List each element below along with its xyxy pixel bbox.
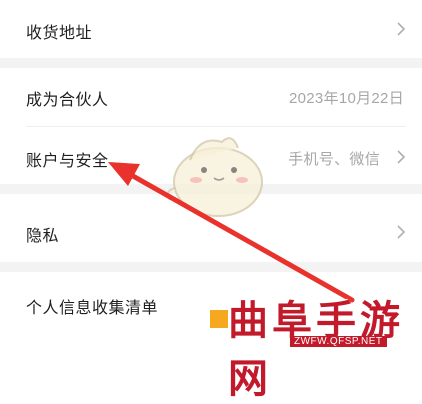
watermark-url: ZWFW.QFSP.NET: [290, 336, 387, 347]
watermark-accent: [210, 310, 228, 328]
site-watermark: 曲阜手游网 ZWFW.QFSP.NET: [210, 288, 415, 402]
